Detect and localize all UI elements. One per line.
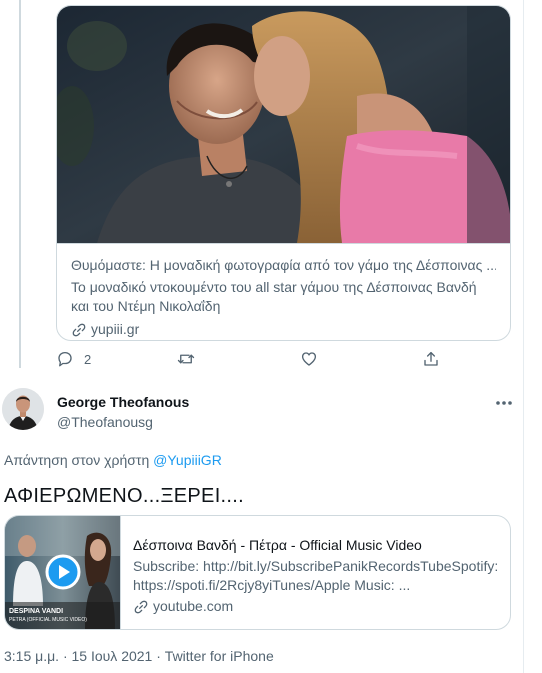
thread-connector-line [19,0,21,368]
video-card-description: Subscribe: http://bit.ly/SubscribePanikR… [133,558,499,593]
tweet-date[interactable]: 15 Ιουλ 2021 [72,648,153,664]
share-icon [424,351,438,366]
reply-mention-link[interactable]: @YupiiiGR [153,452,222,468]
link-icon [72,323,86,336]
link-card-domain: yupiii.gr [71,320,496,339]
link-icon [134,600,148,613]
video-card-title: Δέσποινα Βανδή - Πέτρα - Official Music … [133,537,422,553]
link-preview-card[interactable]: Θυμόμαστε: Η μοναδική φωτογραφία από τον… [56,5,511,341]
video-card-domain-text: youtube.com [153,598,234,614]
replying-to: Απάντηση στον χρήστη @YupiiiGR [4,452,222,468]
video-card-domain: youtube.com [133,597,503,616]
thumbnail-caption-artist: DESPINA VANDI [9,608,64,615]
play-icon[interactable] [45,554,81,590]
separator: · [156,648,161,664]
like-icon [301,352,317,366]
tweet-timestamp: 3:15 μ.μ. · 15 Ιουλ 2021 · Twitter for i… [4,648,274,664]
avatar[interactable] [2,388,44,430]
column-divider [523,0,524,673]
like-button[interactable] [300,350,318,368]
display-name[interactable]: George Theofanous [57,394,189,410]
link-preview-image [57,6,510,243]
thumbnail-caption-song: PETRA (OFFICIAL MUSIC VIDEO) [9,617,87,623]
more-options-button[interactable] [494,396,514,408]
tweet-action-bar: 2 [56,350,511,370]
share-button[interactable] [422,350,440,368]
reply-prefix: Απάντηση στον χρήστη [4,452,150,468]
link-card-description: Το μοναδικό ντοκουμέντο του all star γάμ… [71,279,477,314]
retweet-button[interactable] [177,350,195,368]
reply-icon [58,351,72,367]
separator: · [62,648,68,664]
link-card-title: Θυμόμαστε: Η μοναδική φωτογραφία από τον… [71,257,496,273]
reply-count: 2 [84,351,92,367]
link-card-domain-text: yupiii.gr [91,321,140,337]
tweet-text: ΑΦΙΕΡΩΜΕΝΟ...ΞΕΡΕΙ.... [4,485,244,507]
reply-button[interactable]: 2 [56,350,91,368]
video-thumbnail[interactable]: DESPINA VANDI PETRA (OFFICIAL MUSIC VIDE… [5,516,121,629]
more-dots-icon [496,401,512,405]
user-handle[interactable]: @Theofanousg [57,414,153,430]
tweet-time[interactable]: 3:15 μ.μ. [4,648,59,664]
tweet-source[interactable]: Twitter for iPhone [165,648,274,664]
video-link-card[interactable]: DESPINA VANDI PETRA (OFFICIAL MUSIC VIDE… [4,515,511,630]
retweet-icon [177,354,195,364]
